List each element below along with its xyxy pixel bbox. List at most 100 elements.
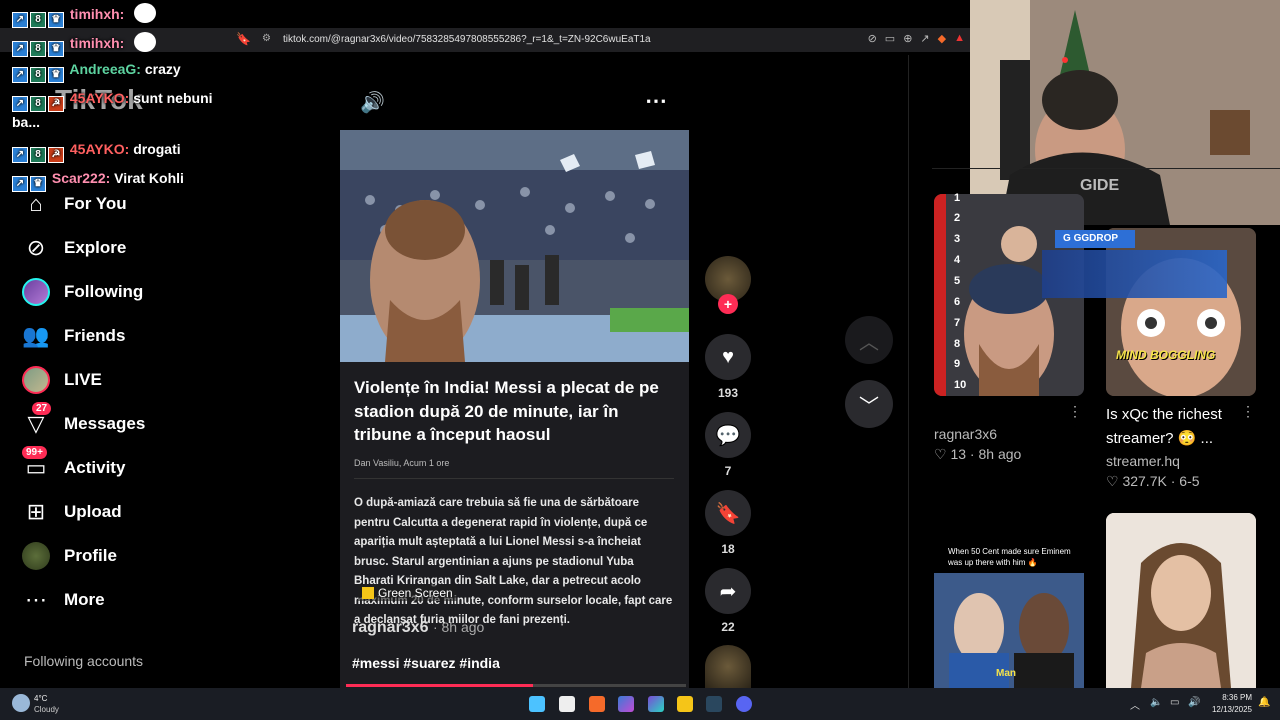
music-disc[interactable] <box>705 645 751 688</box>
weather-temp[interactable]: 4°C <box>34 694 47 703</box>
tray-chevron-up-icon[interactable]: ︿ <box>1130 697 1140 712</box>
panel-divider <box>932 168 1280 169</box>
activity-badge: 99+ <box>22 446 47 459</box>
article-title: Violențe în India! Messi a plecat de pe … <box>354 378 659 444</box>
chat-badge-icon: 8 <box>30 12 46 28</box>
network-icon[interactable]: ▭ <box>1170 697 1179 708</box>
url-field[interactable]: tiktok.com/@ragnar3x6/video/758328549780… <box>283 34 651 45</box>
clock-time[interactable]: 8:36 PM <box>1212 693 1252 702</box>
nav-friends[interactable]: 👥 Friends <box>20 318 270 354</box>
chat-badge-icon: 8 <box>30 67 46 83</box>
rewards-icon[interactable]: ▲ <box>954 32 965 45</box>
chat-badge-icon: ☭ <box>48 96 64 112</box>
nav-activity[interactable]: ▭ 99+ Activity <box>20 446 270 486</box>
save-action[interactable]: 🔖 18 <box>705 490 751 556</box>
overlay-rank-number: 3 <box>954 233 961 245</box>
explorer-icon[interactable] <box>559 696 575 712</box>
rec-title[interactable]: Is xQc the richest <box>1106 406 1222 423</box>
overlay-rank-number: 4 <box>954 254 961 266</box>
comment-icon[interactable]: 💬 <box>705 412 751 458</box>
store-icon[interactable] <box>648 696 664 712</box>
chat-badge-icon: ↗ <box>12 41 28 57</box>
chevron-up-icon[interactable]: ︿ <box>845 316 893 364</box>
chat-message: ↗ 8 ☭ 45AYKO: sunt nebuni <box>12 90 213 112</box>
folder-icon[interactable] <box>677 696 693 712</box>
video-hashtags[interactable]: #messi #suarez #india <box>352 655 500 671</box>
steam-icon[interactable] <box>706 696 722 712</box>
heart-outline-icon: ♡ <box>1106 473 1119 489</box>
share-icon[interactable]: ↗ <box>920 32 929 45</box>
rec-time: 8h ago <box>978 446 1022 462</box>
like-action[interactable]: ♥ 193 <box>705 334 751 400</box>
green-screen-icon <box>362 587 374 599</box>
nav-messages[interactable]: ▽ 27 Messages <box>20 402 270 442</box>
weather-cloud-icon[interactable] <box>12 694 30 712</box>
video-time: · 8h ago <box>432 619 485 635</box>
rec-title-line2[interactable]: streamer? 😳 ... <box>1106 429 1213 447</box>
chat-badge-icon: ♛ <box>48 41 64 57</box>
panel-divider <box>908 55 909 688</box>
thumbnail-caption: Man <box>996 668 1016 679</box>
more-vertical-icon[interactable]: ⋮ <box>1068 403 1082 420</box>
chevron-down-icon[interactable]: ﹀ <box>845 380 893 428</box>
share-count: 22 <box>721 620 735 634</box>
more-vertical-icon[interactable]: ⋮ <box>1241 403 1255 420</box>
zoom-icon[interactable]: ⊕ <box>903 32 912 45</box>
progress-track[interactable] <box>346 684 686 687</box>
rec-stats: ♡ 13 · 8h ago <box>934 446 1022 462</box>
video-player[interactable]: Violențe în India! Messi a plecat de pe … <box>340 130 689 688</box>
chat-badge-icon: 8 <box>30 96 46 112</box>
copilot-icon[interactable] <box>618 696 634 712</box>
share-arrow-icon[interactable]: ➦ <box>705 568 751 614</box>
chat-text: crazy <box>144 61 181 77</box>
tracking-icon[interactable]: ⊘ <box>868 32 877 45</box>
notification-bell-icon[interactable]: 🔔 <box>1258 697 1270 708</box>
nav-label: Explore <box>64 238 127 257</box>
site-settings-icon[interactable]: ⚙ <box>262 33 271 44</box>
share-action[interactable]: ➦ 22 <box>705 568 751 634</box>
heart-icon[interactable]: ♥ <box>705 334 751 380</box>
recommend-thumbnail[interactable] <box>1106 513 1256 688</box>
nav-more[interactable]: ⋯ More <box>20 582 270 618</box>
discord-icon[interactable] <box>736 696 752 712</box>
thumbnail-caption: MIND BOGGLING <box>1116 348 1216 362</box>
chat-message: ↗ 8 ☭ 45AYKO: drogati <box>12 141 181 163</box>
nav-upload[interactable]: ⊞ Upload <box>20 494 270 530</box>
overlay-rank-number: 7 <box>954 317 961 329</box>
nav-explore[interactable]: ⊘ Explore <box>20 230 270 266</box>
nav-label: Upload <box>64 502 122 521</box>
video-author[interactable]: ragnar3x6 <box>352 619 429 636</box>
ggdrop-badge: G GGDROP <box>1055 230 1135 248</box>
creator-avatar[interactable]: + <box>705 256 751 314</box>
chat-text: Virat Kohli <box>114 170 184 186</box>
rec-likes: 327.7K <box>1122 473 1167 489</box>
chat-username: 45AYKO: <box>69 141 130 157</box>
windows-start-icon[interactable] <box>529 696 545 712</box>
comment-action[interactable]: 💬 7 <box>705 412 751 478</box>
volume-icon[interactable]: 🔊 <box>360 90 385 115</box>
speaker-icon[interactable]: 🔈 <box>1150 697 1162 708</box>
screen-icon[interactable]: ▭ <box>885 32 895 45</box>
nav-live[interactable]: LIVE <box>20 362 270 398</box>
nav-following[interactable]: Following <box>20 274 270 310</box>
rec-author[interactable]: streamer.hq <box>1106 453 1180 469</box>
volume-tray-icon[interactable]: 🔊 <box>1188 697 1200 708</box>
bookmark-icon[interactable]: 🔖 <box>236 32 251 46</box>
overlay-rank-number: 8 <box>954 338 961 350</box>
more-options-icon[interactable]: ⋯ <box>645 88 667 114</box>
follow-plus-icon[interactable]: + <box>718 294 738 314</box>
nav-label: For You <box>64 194 127 213</box>
rec-likes: 13 <box>950 446 967 462</box>
green-screen-label[interactable]: Green Screen <box>358 585 457 601</box>
clock-date[interactable]: 12/13/2025 <box>1206 705 1252 714</box>
weather-desc[interactable]: Cloudy <box>34 705 59 714</box>
brave-shield-icon[interactable]: ◆ <box>938 32 946 45</box>
chat-message: ↗ 8 ♛ AndreeaG: crazy <box>12 61 181 83</box>
bookmark-icon[interactable]: 🔖 <box>705 490 751 536</box>
article-author: Dan Vasiliu, Acum 1 ore <box>354 458 450 468</box>
brave-browser-icon[interactable] <box>589 696 605 712</box>
rec-author[interactable]: ragnar3x6 <box>934 426 997 442</box>
recommend-thumbnail[interactable]: When 50 Cent made sure Eminem was up the… <box>934 518 1084 688</box>
nav-profile[interactable]: Profile <box>20 538 270 574</box>
chat-username: AndreeaG: <box>69 61 141 77</box>
